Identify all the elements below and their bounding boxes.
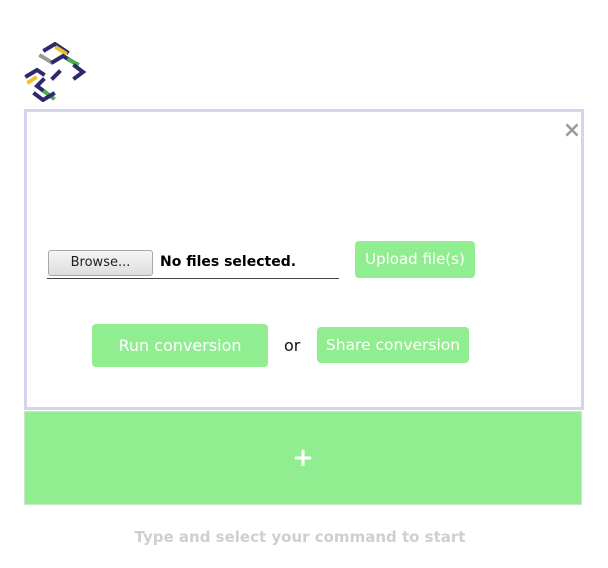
plus-icon: + <box>292 443 314 473</box>
or-separator: or <box>284 336 301 355</box>
file-input[interactable]: Browse... No files selected. <box>47 248 339 279</box>
browse-button[interactable]: Browse... <box>48 250 153 276</box>
add-step-button[interactable]: + <box>24 411 582 505</box>
upload-files-button[interactable]: Upload file(s) <box>355 241 475 278</box>
conversion-panel: × Browse... No files selected. Upload fi… <box>24 109 584 410</box>
run-conversion-button[interactable]: Run conversion <box>92 324 268 367</box>
app-logo-icon <box>23 41 87 103</box>
file-status: No files selected. <box>160 254 297 270</box>
command-hint: Type and select your command to start <box>134 528 466 546</box>
share-conversion-button[interactable]: Share conversion <box>317 327 469 363</box>
close-icon[interactable]: × <box>561 120 583 142</box>
